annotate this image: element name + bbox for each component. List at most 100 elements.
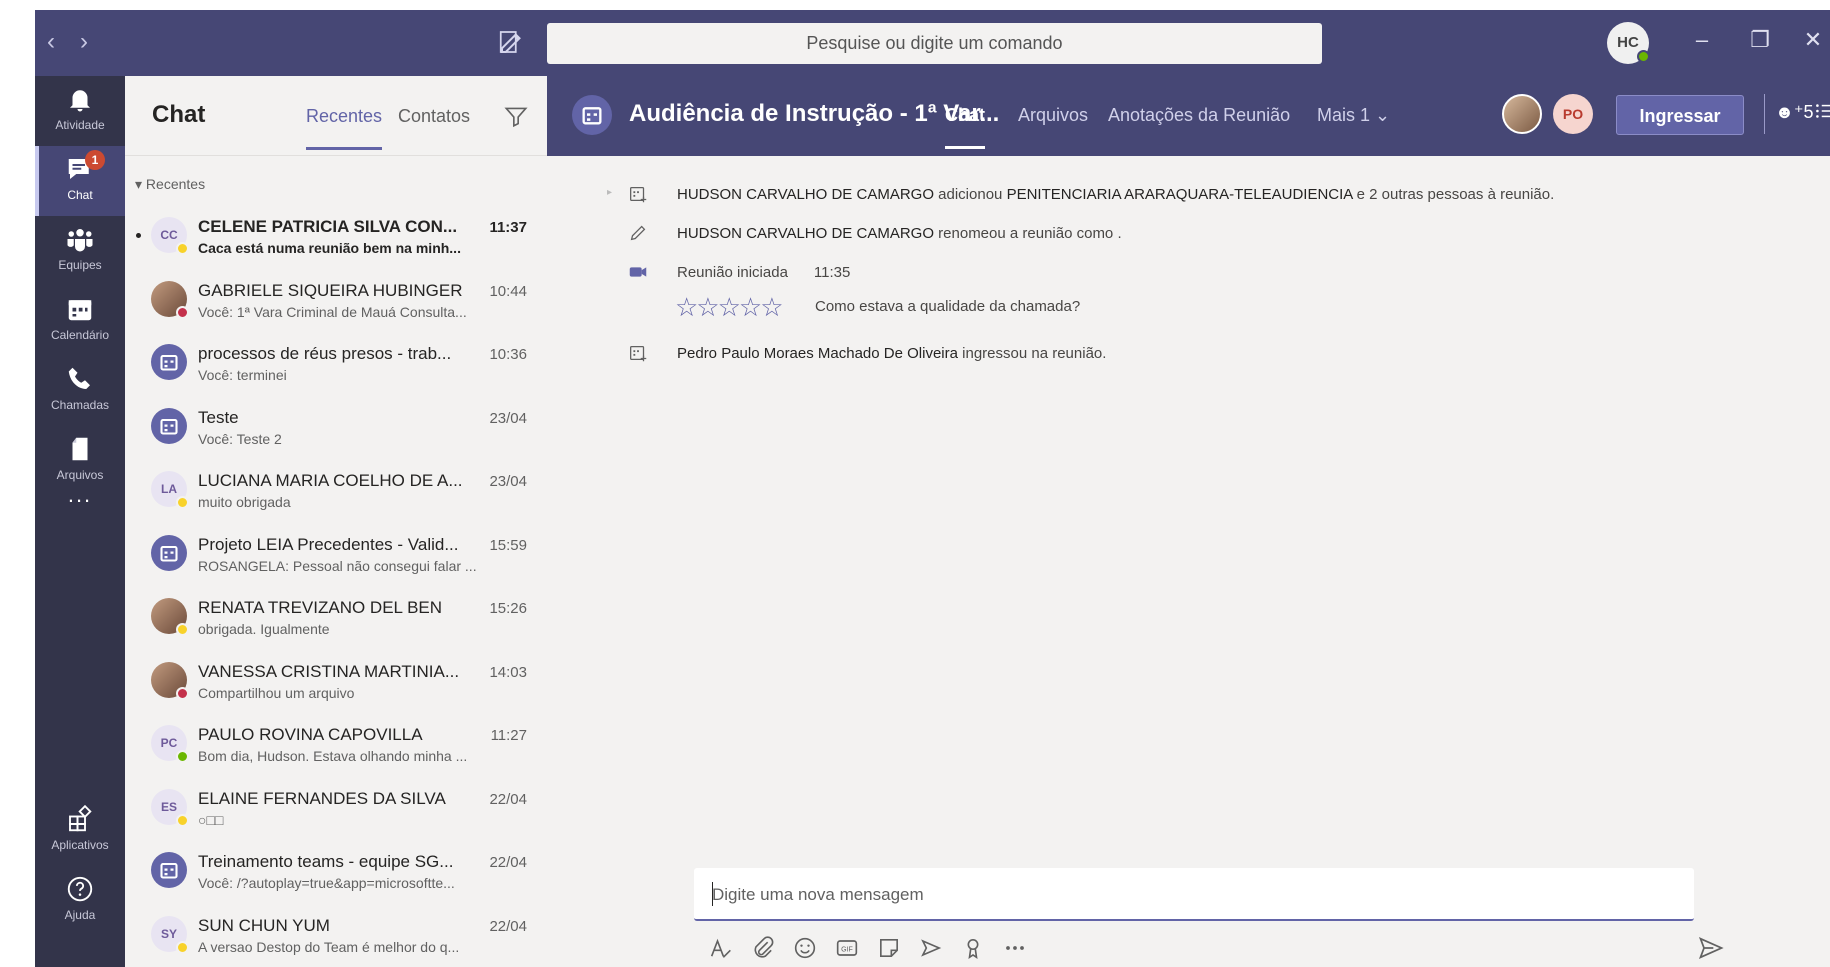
search-input[interactable]: Pesquise ou digite um comando [547, 23, 1322, 64]
praise-icon[interactable] [959, 934, 987, 962]
user-avatar[interactable]: HC [1607, 22, 1650, 64]
rail-calendar[interactable]: Calendário [35, 286, 125, 356]
event-text: HUDSON CARVALHO DE CAMARGO renomeou a re… [677, 225, 1122, 242]
rail-help[interactable]: Ajuda [35, 866, 125, 936]
more-icon: ... [67, 482, 93, 507]
chat-time: 15:59 [489, 536, 527, 554]
chat-list-item[interactable]: processos de réus presos - trab... 10:36 V… [125, 332, 547, 395]
presence-away-icon [176, 813, 189, 827]
forward-arrow-icon[interactable]: › [80, 28, 88, 56]
video-camera-icon [629, 267, 647, 277]
meeting-header: Audiência de Instrução - 1ª Var... Chat … [547, 76, 1830, 156]
rail-label: Chamadas [50, 398, 110, 412]
tab-mais[interactable]: Mais 1 ⌄ [1317, 105, 1390, 126]
chat-list-item[interactable]: LA LUCIANA MARIA COELHO DE A... 23/04 muito… [125, 459, 547, 522]
tab-recentes[interactable]: Recentes [306, 106, 383, 150]
rail-chat[interactable]: 1 Chat [35, 146, 125, 216]
rail-teams[interactable]: Equipes [35, 216, 125, 286]
minimize-icon[interactable]: – [1687, 27, 1717, 53]
join-button[interactable]: Ingressar [1616, 95, 1744, 135]
chat-preview: A versao Destop do Team é melhor do q... [198, 938, 460, 955]
teams-window: ‹ › Pesquise ou digite um comando HC – ❐… [35, 10, 1830, 967]
expand-caret-icon[interactable]: ▸ [607, 187, 612, 198]
star-rating-icon[interactable]: ☆☆☆☆☆ [675, 292, 784, 322]
event-text: Pedro Paulo Moraes Machado De Oliveira i… [677, 345, 1106, 362]
message-input[interactable] [712, 882, 1672, 908]
phone-icon [68, 367, 90, 389]
chat-list-item[interactable]: VANESSA CRISTINA MARTINIA... 14:03 Compart… [125, 650, 547, 713]
participant-avatar[interactable] [1502, 94, 1542, 134]
chat-list-item[interactable]: SY SUN CHUN YUM 22/04 A versao Destop do Te… [125, 904, 547, 967]
meeting-title: Audiência de Instrução - 1ª Var... [629, 100, 1000, 127]
send-icon[interactable] [1697, 934, 1725, 962]
chat-name: processos de réus presos - trab... [198, 344, 452, 363]
chat-list-item[interactable]: PC PAULO ROVINA CAPOVILLA 11:27 Bom dia, Hu… [125, 713, 547, 776]
meeting-chat-icon [151, 534, 187, 571]
chat-list-item[interactable]: ES ELAINE FERNANDES DA SILVA 22/04 ○□□ [125, 777, 547, 840]
rail-calls[interactable]: Chamadas [35, 356, 125, 426]
meet-now-icon[interactable] [917, 934, 945, 962]
presence-away-icon [176, 496, 189, 509]
divider [1764, 94, 1765, 134]
emoji-icon[interactable] [791, 934, 819, 962]
chat-name: Teste [198, 407, 239, 427]
event-verb: adicionou [934, 186, 1007, 203]
tab-anotacoes[interactable]: Anotações da Reunião [1108, 105, 1290, 126]
tab-chat[interactable]: Chat [945, 105, 985, 149]
event-verb: renomeou a reunião como . [934, 225, 1122, 242]
chat-list-pane: Chat Recentes Contatos ▾ Recentes CC CELE… [125, 76, 547, 967]
presence-available-icon [1637, 50, 1650, 63]
chat-name: SUN CHUN YUM [198, 915, 330, 935]
chat-list-item[interactable]: CC CELENE PATRICIA SILVA CON... 11:37 Caca … [125, 205, 547, 268]
event-started-label: Reunião iniciada [677, 264, 788, 281]
message-composer[interactable] [694, 868, 1694, 921]
format-icon[interactable] [707, 934, 735, 962]
participant-avatar[interactable]: PO [1553, 94, 1593, 134]
meeting-pane: Audiência de Instrução - 1ª Var... Chat … [547, 76, 1830, 967]
calendar-icon [68, 300, 92, 321]
gif-icon[interactable]: GIF [833, 934, 861, 962]
back-arrow-icon[interactable]: ‹ [47, 28, 55, 56]
attach-icon[interactable] [749, 934, 777, 962]
participants-button[interactable]: ☻⁺5 [1775, 102, 1813, 123]
chat-time: 11:27 [490, 727, 527, 744]
user-initials: HC [1617, 34, 1639, 51]
event-time: 11:35 [813, 264, 851, 281]
event-actor[interactable]: HUDSON CARVALHO DE CAMARGO [677, 186, 934, 203]
section-recentes[interactable]: ▾ Recentes [135, 176, 205, 193]
app-rail: Atividade 1 Chat Equipes Calendário Cham… [35, 76, 125, 967]
rail-more[interactable]: ... [35, 476, 125, 516]
chat-list-item[interactable]: GABRIELE SIQUEIRA HUBINGER 10:44 Você: 1ª … [125, 269, 547, 332]
filter-icon[interactable] [503, 103, 529, 129]
compose-icon[interactable] [497, 27, 527, 57]
maximize-icon[interactable]: ❐ [1745, 27, 1775, 53]
chat-name: VANESSA CRISTINA MARTINIA... [198, 661, 460, 681]
tab-arquivos[interactable]: Arquivos [1018, 105, 1088, 126]
chat-preview: Você: 1ª Vara Criminal de Mauá Consulta.… [198, 303, 467, 320]
bell-icon [70, 90, 90, 112]
sticker-icon[interactable] [875, 934, 903, 962]
chat-name: CELENE PATRICIA SILVA CON... [198, 217, 458, 236]
chat-list-item[interactable]: Projeto LEIA Precedentes - Valid... 15:59… [125, 523, 547, 586]
chat-name: RENATA TREVIZANO DEL BEN [198, 598, 443, 617]
event-target[interactable]: PENITENCIARIA ARARAQUARA-TELEAUDIENCIA [1007, 186, 1353, 203]
list-icon[interactable] [1812, 98, 1830, 124]
chat-list-item[interactable]: Teste 23/04 Você: Teste 2 [125, 396, 547, 459]
more-options-icon[interactable] [1001, 934, 1029, 962]
chat-name: ELAINE FERNANDES DA SILVA [198, 788, 446, 808]
event-text: HUDSON CARVALHO DE CAMARGO adicionou PEN… [677, 186, 1554, 203]
chat-name: GABRIELE SIQUEIRA HUBINGER [198, 280, 463, 300]
rail-apps[interactable]: Aplicativos [35, 796, 125, 866]
tab-contatos[interactable]: Contatos [398, 106, 470, 127]
presence-busy-icon [176, 305, 189, 319]
help-icon [67, 876, 93, 902]
chat-list-item[interactable]: RENATA TREVIZANO DEL BEN 15:26 obrigada. I… [125, 586, 547, 649]
event-actor[interactable]: HUDSON CARVALHO DE CAMARGO [677, 225, 934, 242]
file-icon [72, 437, 88, 461]
rail-label: Calendário [50, 328, 110, 342]
chat-list-item[interactable]: Treinamento teams - equipe SG... 22/04 Voc… [125, 840, 547, 903]
event-actor[interactable]: Pedro Paulo Moraes Machado De Oliveira [677, 345, 958, 362]
chat-preview: Compartilhou um arquivo [198, 684, 355, 701]
close-icon[interactable]: ✕ [1798, 27, 1828, 53]
rail-activity[interactable]: Atividade [35, 76, 125, 146]
